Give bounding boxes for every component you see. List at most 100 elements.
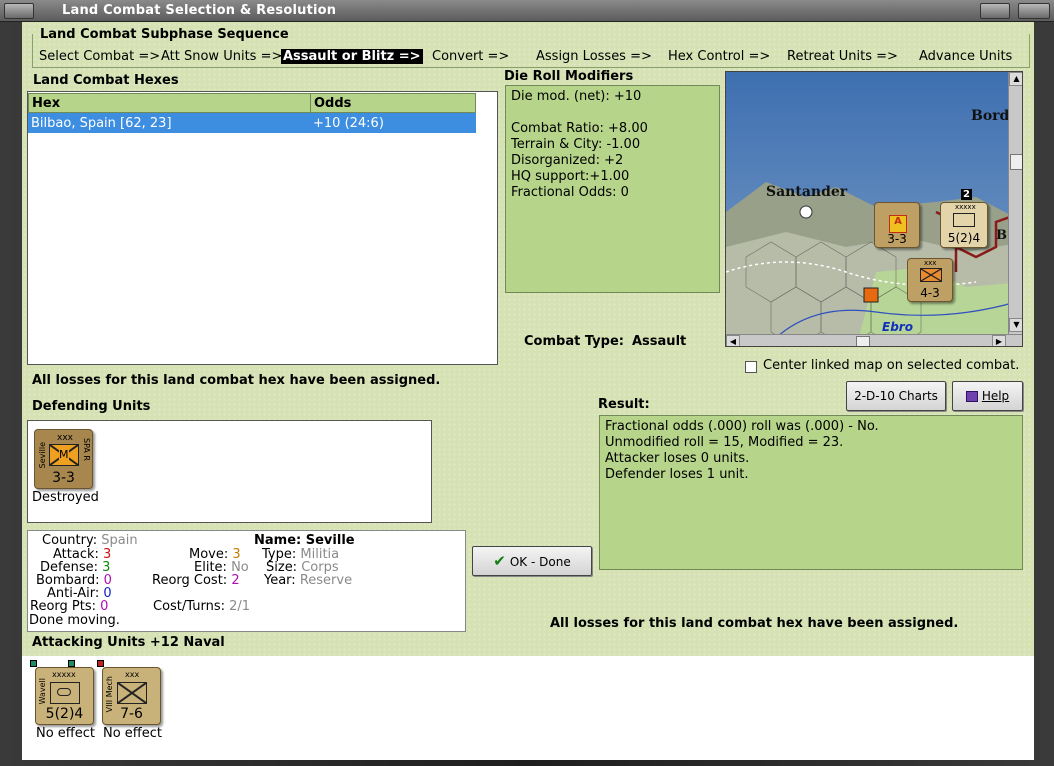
seq-assault-blitz: Assault or Blitz => (281, 49, 423, 64)
result-line: Fractional odds (.000) roll was (.000) -… (605, 419, 879, 434)
seq-advance: Advance Units (919, 49, 1013, 64)
ok-label: OK - Done (509, 555, 571, 569)
defending-unit-status: Destroyed (32, 490, 99, 505)
minimize-button[interactable] (980, 3, 1010, 19)
table-row[interactable]: Bilbao, Spain [62, 23] +10 (24:6) (28, 113, 476, 133)
cost-turns-value: 2/1 (229, 599, 251, 614)
seq-hex-control: Hex Control => (668, 49, 771, 64)
year-value: Reserve (299, 573, 353, 588)
attacking-unit-viii-mech[interactable]: xxx VIII Mech 7-6 (97, 660, 161, 725)
result-header: Result: (598, 397, 650, 412)
cost-turns-row: Cost/Turns: 2/1 (153, 600, 250, 613)
reorg-pts-value: 0 (100, 599, 109, 614)
system-menu-button[interactable] (4, 3, 34, 19)
scroll-thumb-v[interactable] (1010, 154, 1022, 170)
name-label: Name: (254, 533, 302, 548)
modifiers-header: Die Roll Modifiers (504, 69, 634, 84)
hq-marker-icon (97, 660, 104, 667)
help-label: Help (981, 389, 1010, 403)
unit-size: xxxxx (52, 670, 76, 679)
scroll-right-button[interactable]: ▶ (992, 335, 1006, 346)
unit-size: xxx (125, 670, 140, 679)
done-moving: Done moving. (29, 613, 120, 628)
window-title: Land Combat Selection & Resolution (62, 3, 337, 18)
unit-size: xxx (57, 433, 73, 443)
unit-value: 5(2)4 (947, 231, 981, 245)
hq-marker-icon (30, 660, 37, 667)
map-label-santander: Santander (766, 184, 848, 200)
name-row: Name: Seville (254, 534, 355, 547)
unit-type: M (59, 448, 69, 461)
year-label: Year: (264, 573, 296, 588)
unit-value: 5(2)4 (45, 706, 84, 722)
cost-turns-label: Cost/Turns: (153, 599, 225, 614)
cell-hex: Bilbao, Spain [62, 23] (31, 116, 172, 131)
unit-name: Seville (38, 442, 47, 469)
map-unit-v-inf[interactable]: xxx 4-3 (907, 258, 953, 302)
seq-convert: Convert => (432, 49, 510, 64)
ok-done-button[interactable]: ✔ OK - Done (472, 546, 592, 576)
attacking-units-box (22, 656, 1034, 760)
mod-line: Disorganized: +2 (511, 153, 624, 168)
result-line: Attacker loses 0 units. (605, 451, 750, 466)
map-hscrollbar[interactable]: ◀ ▶ (726, 334, 1022, 346)
country-value: Spain (101, 533, 138, 548)
mod-line: HQ support:+1.00 (511, 169, 630, 184)
charts-button[interactable]: 2-D-10 Charts (846, 381, 946, 411)
unit-value: 4-3 (920, 286, 940, 300)
losses-status-2: All losses for this land combat hex have… (550, 616, 959, 631)
mod-line: Combat Ratio: +8.00 (511, 121, 648, 136)
close-button[interactable] (1018, 3, 1050, 19)
fire-badge: A (889, 215, 907, 233)
unit-size: xxx (924, 259, 937, 267)
unit-name: Wavell (38, 678, 47, 705)
map-label-bord: Bord (971, 108, 1010, 124)
scroll-down-button[interactable]: ▼ (1009, 318, 1022, 332)
defending-unit-seville[interactable]: xxx Seville SPA R M 3-3 (34, 429, 93, 489)
mod-line: Die mod. (net): +10 (511, 89, 642, 104)
title-bar[interactable]: Land Combat Selection & Resolution (0, 0, 1054, 22)
unit-value: 3-3 (887, 232, 907, 246)
map-unit-seville[interactable]: A 3-3 (874, 202, 920, 248)
attacking-unit-status: No effect (103, 726, 163, 741)
seq-assign-losses: Assign Losses => (536, 49, 652, 64)
scroll-left-button[interactable]: ◀ (726, 335, 740, 346)
mod-line (511, 105, 714, 121)
hq-marker-icon (68, 660, 75, 667)
sequence-header: Land Combat Subphase Sequence (40, 27, 289, 42)
unit-size: xxxxx (955, 203, 976, 211)
cell-odds: +10 (24:6) (313, 116, 384, 131)
attacking-unit-wavell[interactable]: xxxxx Wavell 5(2)4 (30, 660, 94, 725)
name-value: Seville (305, 533, 355, 548)
militia-symbol: M (49, 444, 79, 466)
unit-value: 3-3 (52, 470, 75, 486)
scroll-thumb-h[interactable] (856, 336, 870, 346)
help-button[interactable]: Help (952, 381, 1023, 411)
center-map-label[interactable]: Center linked map on selected combat. (763, 358, 1019, 373)
attacking-unit-status: No effect (36, 726, 96, 741)
year-row: Year: Reserve (264, 574, 352, 587)
reorg-cost-value: 2 (231, 573, 240, 588)
scroll-up-button[interactable]: ▲ (1009, 72, 1022, 86)
center-map-checkbox[interactable] (745, 361, 757, 373)
map-label-b: B (996, 228, 1007, 243)
combat-type-value: Assault (632, 334, 687, 349)
col-hex-header[interactable]: Hex (28, 93, 311, 113)
defending-header: Defending Units (32, 399, 151, 414)
infantry-symbol (920, 268, 942, 282)
hq-symbol (953, 213, 975, 227)
map-label-ebro: Ebro (882, 320, 913, 334)
help-book-icon (965, 391, 978, 402)
result-box: Fractional odds (.000) roll was (.000) -… (599, 415, 1023, 570)
reorg-cost-row: Reorg Cost: 2 (152, 574, 240, 587)
seq-select-combat: Select Combat => (39, 49, 161, 64)
col-odds-header[interactable]: Odds (310, 93, 476, 113)
map-unit-wavell[interactable]: 2 xxxxx 5(2)4 (940, 189, 988, 248)
result-line: Defender loses 1 unit. (605, 467, 749, 482)
map-vscrollbar[interactable]: ▲ ▼ (1008, 72, 1022, 334)
reorg-pts-row: Reorg Pts: 0 (30, 600, 108, 613)
stack-count: 2 (961, 189, 972, 200)
unit-nation: SPA R (82, 438, 91, 461)
losses-status: All losses for this land combat hex have… (32, 373, 441, 388)
linked-map[interactable]: Santander Bord B Ebro A 3-3 2 xxxxx 5(2)… (725, 71, 1023, 347)
